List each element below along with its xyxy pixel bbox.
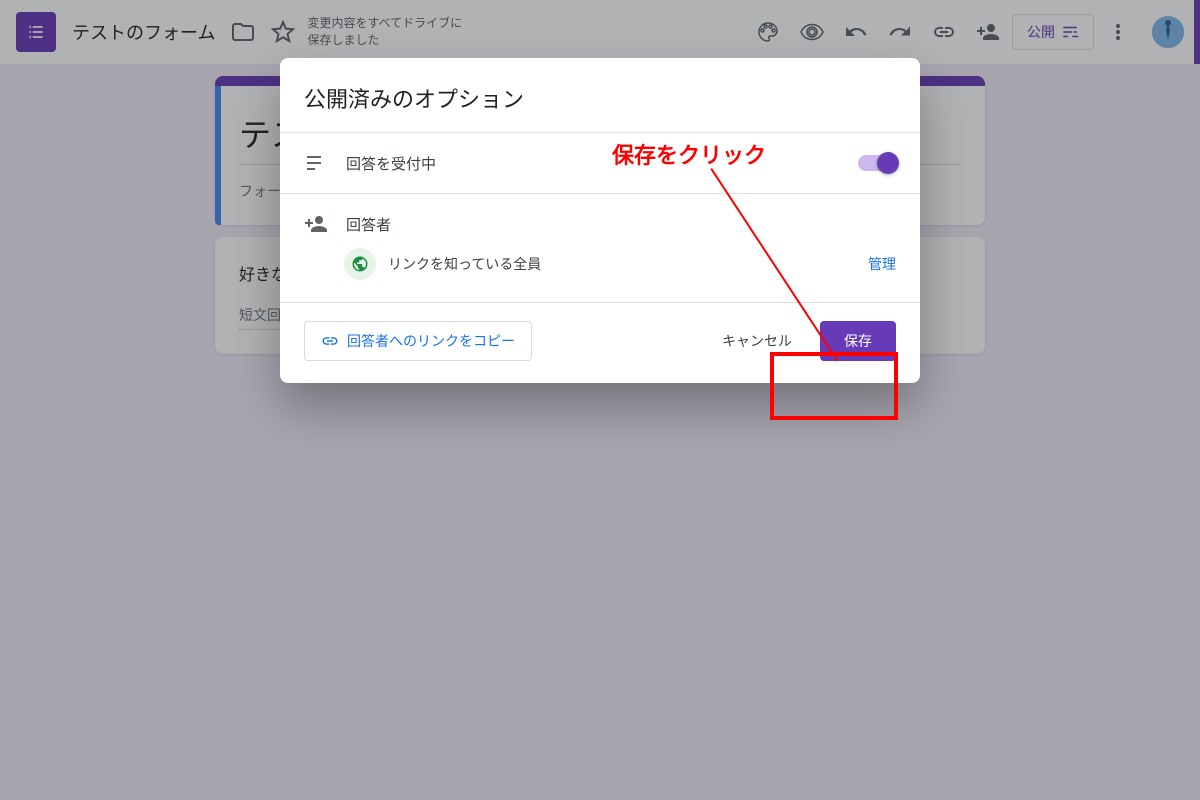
accepting-toggle[interactable] bbox=[858, 155, 896, 171]
person-add-icon bbox=[304, 212, 328, 236]
responders-row: 回答者 bbox=[280, 194, 920, 240]
link-icon bbox=[321, 332, 339, 350]
globe-icon bbox=[351, 255, 369, 273]
accepting-label: 回答を受付中 bbox=[346, 153, 436, 174]
copy-responder-link-button[interactable]: 回答者へのリンクをコピー bbox=[304, 321, 532, 361]
cancel-button[interactable]: キャンセル bbox=[710, 322, 804, 360]
audience-row: リンクを知っている全員 管理 bbox=[280, 240, 920, 302]
globe-chip bbox=[344, 248, 376, 280]
accepting-responses-row: 回答を受付中 bbox=[280, 133, 920, 193]
dialog-title: 公開済みのオプション bbox=[280, 58, 920, 132]
audience-label: リンクを知っている全員 bbox=[388, 254, 541, 274]
responders-label: 回答者 bbox=[346, 214, 391, 235]
manage-link[interactable]: 管理 bbox=[868, 254, 896, 274]
notes-icon bbox=[304, 151, 328, 175]
publish-options-dialog: 公開済みのオプション 回答を受付中 回答者 リンクを知っている全員 管理 回答者… bbox=[280, 58, 920, 383]
